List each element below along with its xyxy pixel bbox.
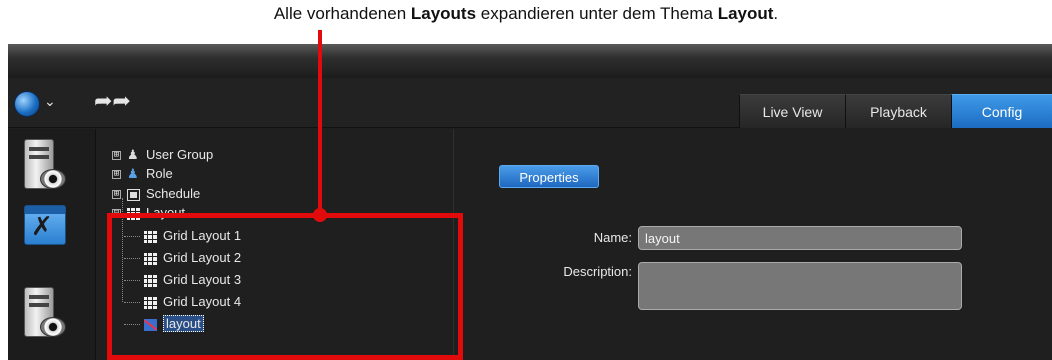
properties-pane: Properties Name: Description: xyxy=(455,129,1052,360)
expand-icon[interactable]: ⊞ xyxy=(112,190,121,200)
caption-text-1: Alle vorhandenen xyxy=(273,4,411,23)
expand-icon[interactable]: ⊞ xyxy=(112,170,121,180)
server-slot xyxy=(29,155,49,159)
annotation-pointer-line xyxy=(318,30,322,213)
server-slot xyxy=(29,147,49,151)
tab-playback[interactable]: Playback xyxy=(845,94,951,128)
schedule-icon xyxy=(127,188,140,201)
properties-button[interactable]: Properties xyxy=(499,165,599,188)
tab-config[interactable]: Config xyxy=(951,94,1052,128)
left-sidebar: ✗ xyxy=(8,129,96,360)
eye-icon xyxy=(40,317,66,337)
name-input[interactable] xyxy=(638,226,962,250)
tab-live-view[interactable]: Live View xyxy=(739,94,845,128)
server-slot xyxy=(29,303,49,307)
globe-icon[interactable] xyxy=(14,91,40,117)
chevron-down-icon[interactable]: ⌄ xyxy=(44,94,56,110)
caption-bold-layouts: Layouts xyxy=(410,4,477,23)
tree-item-user-group[interactable]: ⊞ ♟ User Group xyxy=(112,146,213,164)
wrench-icon: ✗ xyxy=(31,212,53,242)
name-label: Name: xyxy=(593,230,632,245)
description-field[interactable] xyxy=(638,262,962,310)
tree-item-label: User Group xyxy=(146,147,214,162)
server-view-icon[interactable] xyxy=(24,139,66,197)
server-slot xyxy=(29,295,49,299)
tree-item-schedule[interactable]: ⊞ Schedule xyxy=(112,185,200,203)
annotation-caption: Alle vorhandenen Layouts expandieren unt… xyxy=(0,4,1052,24)
tree-item-label: Role xyxy=(146,166,173,181)
config-tools-icon[interactable]: ✗ xyxy=(24,205,66,245)
tree-item-label: Schedule xyxy=(146,186,201,201)
role-icon: ♟ xyxy=(127,166,139,182)
caption-text-2: expandieren unter dem Thema xyxy=(476,4,718,23)
caption-text-3: . xyxy=(773,4,779,23)
expand-icon[interactable]: ⊞ xyxy=(112,151,121,161)
annotation-highlight-box xyxy=(107,213,463,360)
description-label: Description: xyxy=(563,264,632,279)
user-group-icon: ♟ xyxy=(127,147,139,163)
tree-item-role[interactable]: ⊞ ♟ Role xyxy=(112,165,173,183)
server-view-icon-2[interactable] xyxy=(24,287,66,345)
title-band xyxy=(8,44,1052,78)
forward-arrows-icon[interactable]: ➦➦ xyxy=(94,89,131,114)
eye-icon xyxy=(40,169,66,189)
caption-bold-layout: Layout xyxy=(717,4,774,23)
